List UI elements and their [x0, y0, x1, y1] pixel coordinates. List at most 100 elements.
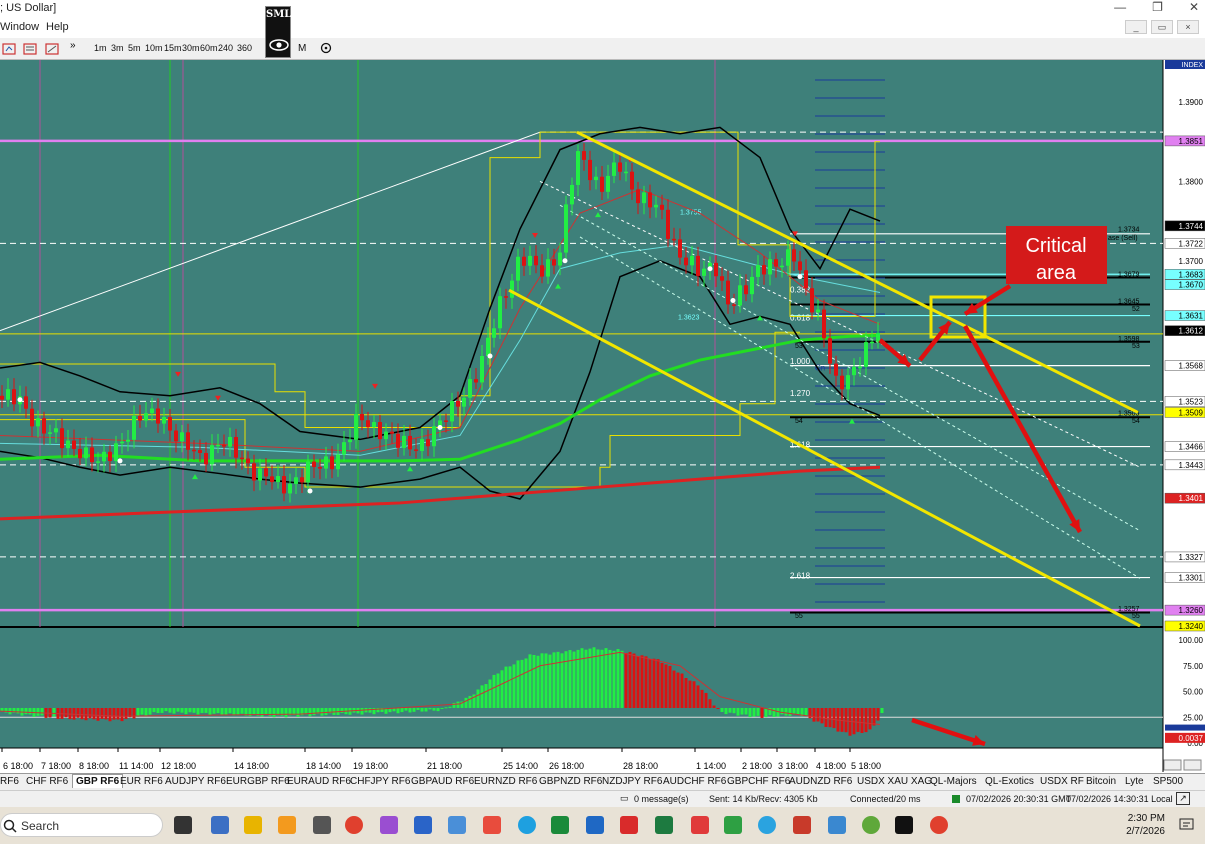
smlr-logo[interactable]: SMLR — [265, 6, 300, 58]
tab-nzdjpy-rf6[interactable]: NZDJPY RF6 — [602, 776, 662, 787]
tab-usdx-rf[interactable]: USDX RF — [1040, 776, 1084, 787]
tf-240[interactable]: 240 — [218, 43, 233, 53]
taskbar-clock[interactable]: 2:30 PM 2/7/2026 — [1126, 812, 1165, 838]
app-red-c-icon[interactable] — [691, 816, 709, 834]
tab-rf6[interactable]: RF6 — [0, 776, 19, 787]
tab-eurnzd-rf6[interactable]: EURNZD RF6 — [474, 776, 537, 787]
tab-gbpchf-rf6[interactable]: GBPCHF RF6 — [727, 776, 790, 787]
tab-audjpy-rf6[interactable]: AUDJPY RF6 — [165, 776, 226, 787]
small-label: 54 — [795, 418, 803, 425]
tab-gbpaud-rf6[interactable]: GBPAUD RF6 — [411, 776, 474, 787]
mdi-close-button[interactable]: × — [1177, 20, 1199, 34]
menu-window[interactable]: Window — [0, 21, 39, 33]
tf-3m[interactable]: 3m — [111, 43, 124, 53]
osc-bar — [96, 707, 100, 721]
tab-ql-exotics[interactable]: QL-Exotics — [985, 776, 1034, 787]
candle-body — [132, 415, 136, 440]
osc-bar — [88, 707, 92, 719]
tf-30m[interactable]: 30m — [182, 43, 200, 53]
candle-body — [552, 259, 556, 266]
telegram-icon[interactable] — [758, 816, 776, 834]
smlr-app-icon[interactable] — [895, 816, 913, 834]
candle-body — [36, 418, 40, 427]
app-green-c-icon[interactable] — [724, 816, 742, 834]
candle-body — [114, 443, 118, 462]
osc-bar — [540, 653, 544, 708]
app-notes-icon[interactable] — [414, 816, 432, 834]
resize-icon[interactable]: ↗ — [1176, 792, 1190, 805]
tab-eur-rf6[interactable]: EUR RF6 — [120, 776, 163, 787]
app-screen-icon[interactable] — [448, 816, 466, 834]
candle-body — [120, 441, 124, 444]
candle-body — [6, 389, 10, 400]
tab-usdx-xau-xag[interactable]: USDX XAU XAG — [857, 776, 932, 787]
acrobat-icon[interactable] — [620, 816, 638, 834]
tf-360[interactable]: 360 — [237, 43, 252, 53]
taskbar-search[interactable]: Search — [0, 813, 163, 837]
trading-icon[interactable] — [551, 816, 569, 834]
tf-15m[interactable]: 15m — [164, 43, 182, 53]
maximize-button[interactable]: ❐ — [1152, 0, 1163, 14]
tab-chf-rf6[interactable]: CHF RF6 — [26, 776, 68, 787]
tf-5m[interactable]: 5m — [128, 43, 141, 53]
tf-60m[interactable]: 60m — [200, 43, 218, 53]
close-button[interactable]: ✕ — [1189, 0, 1199, 14]
osc-bar — [724, 707, 728, 715]
target-icon[interactable] — [320, 42, 332, 54]
osc-bar — [608, 649, 612, 708]
outlook-icon[interactable] — [586, 816, 604, 834]
tab-lyte[interactable]: Lyte — [1125, 776, 1144, 787]
candle-body — [600, 176, 604, 192]
mdi-minimize-button[interactable]: _ — [1125, 20, 1147, 34]
osc-bar — [124, 707, 128, 719]
osc-bar — [112, 707, 116, 720]
file-explorer-icon[interactable] — [244, 816, 262, 834]
app-w-icon[interactable] — [862, 816, 880, 834]
tab-sp500[interactable]: SP500 — [1153, 776, 1183, 787]
time-label: 12 18:00 — [161, 761, 196, 771]
chart-area[interactable]: 0.3820.6181.0001.2701.6182.6181.37341.36… — [0, 60, 1205, 772]
excel-icon[interactable] — [655, 816, 673, 834]
candle-body — [618, 162, 622, 172]
price-chart[interactable]: 0.3820.6181.0001.2701.6182.6181.37341.36… — [0, 60, 1205, 772]
app-lock-icon[interactable] — [793, 816, 811, 834]
tab-audchf-rf6[interactable]: AUDCHF RF6 — [663, 776, 726, 787]
chrome-icon[interactable] — [345, 816, 363, 834]
tab-euraud-rf6[interactable]: EURAUD RF6 — [287, 776, 351, 787]
tab-bitcoin[interactable]: Bitcoin — [1086, 776, 1116, 787]
tab-eurgbp-rf6[interactable]: EURGBP RF6 — [226, 776, 290, 787]
tab-audnzd-rf6[interactable]: AUDNZD RF6 — [789, 776, 852, 787]
tab-gbp-rf6[interactable]: GBP RF6 — [72, 774, 124, 788]
chart-tools-icons[interactable] — [2, 41, 64, 57]
candle-body — [486, 337, 490, 357]
mdi-restore-button[interactable]: ▭ — [1151, 20, 1173, 34]
task-view-icon[interactable] — [174, 816, 192, 834]
app-photos-icon[interactable] — [828, 816, 846, 834]
m-button[interactable]: M — [298, 43, 306, 54]
tab-gbpnzd-rf6[interactable]: GBPNZD RF6 — [539, 776, 602, 787]
price-label: 1.3401 — [1179, 494, 1204, 503]
tab-ql-majors[interactable]: QL-Majors — [930, 776, 977, 787]
tf-1m[interactable]: 1m — [94, 43, 107, 53]
candle-body — [738, 285, 742, 306]
osc-bar — [432, 707, 436, 711]
app-orange-icon[interactable] — [278, 816, 296, 834]
app-red-s-icon[interactable] — [483, 816, 501, 834]
skype-icon[interactable] — [518, 816, 536, 834]
chevron-icon[interactable]: » — [70, 40, 76, 51]
app-paint-icon[interactable] — [380, 816, 398, 834]
tf-10m[interactable]: 10m — [145, 43, 163, 53]
candle-body — [150, 408, 154, 414]
notification-icon[interactable] — [1179, 817, 1195, 833]
osc-bar — [416, 707, 420, 710]
osc-bar — [580, 648, 584, 708]
candle-body — [678, 239, 682, 258]
calculator-icon[interactable] — [211, 816, 229, 834]
osc-bar — [320, 707, 324, 716]
level-label: 1.3679 — [1118, 272, 1140, 279]
menu-help[interactable]: Help — [46, 21, 69, 33]
chrome-2-icon[interactable] — [930, 816, 948, 834]
tab-chfjpy-rf6[interactable]: CHFJPY RF6 — [350, 776, 410, 787]
minimize-button[interactable]: — — [1114, 0, 1126, 14]
app-tool-icon[interactable] — [313, 816, 331, 834]
